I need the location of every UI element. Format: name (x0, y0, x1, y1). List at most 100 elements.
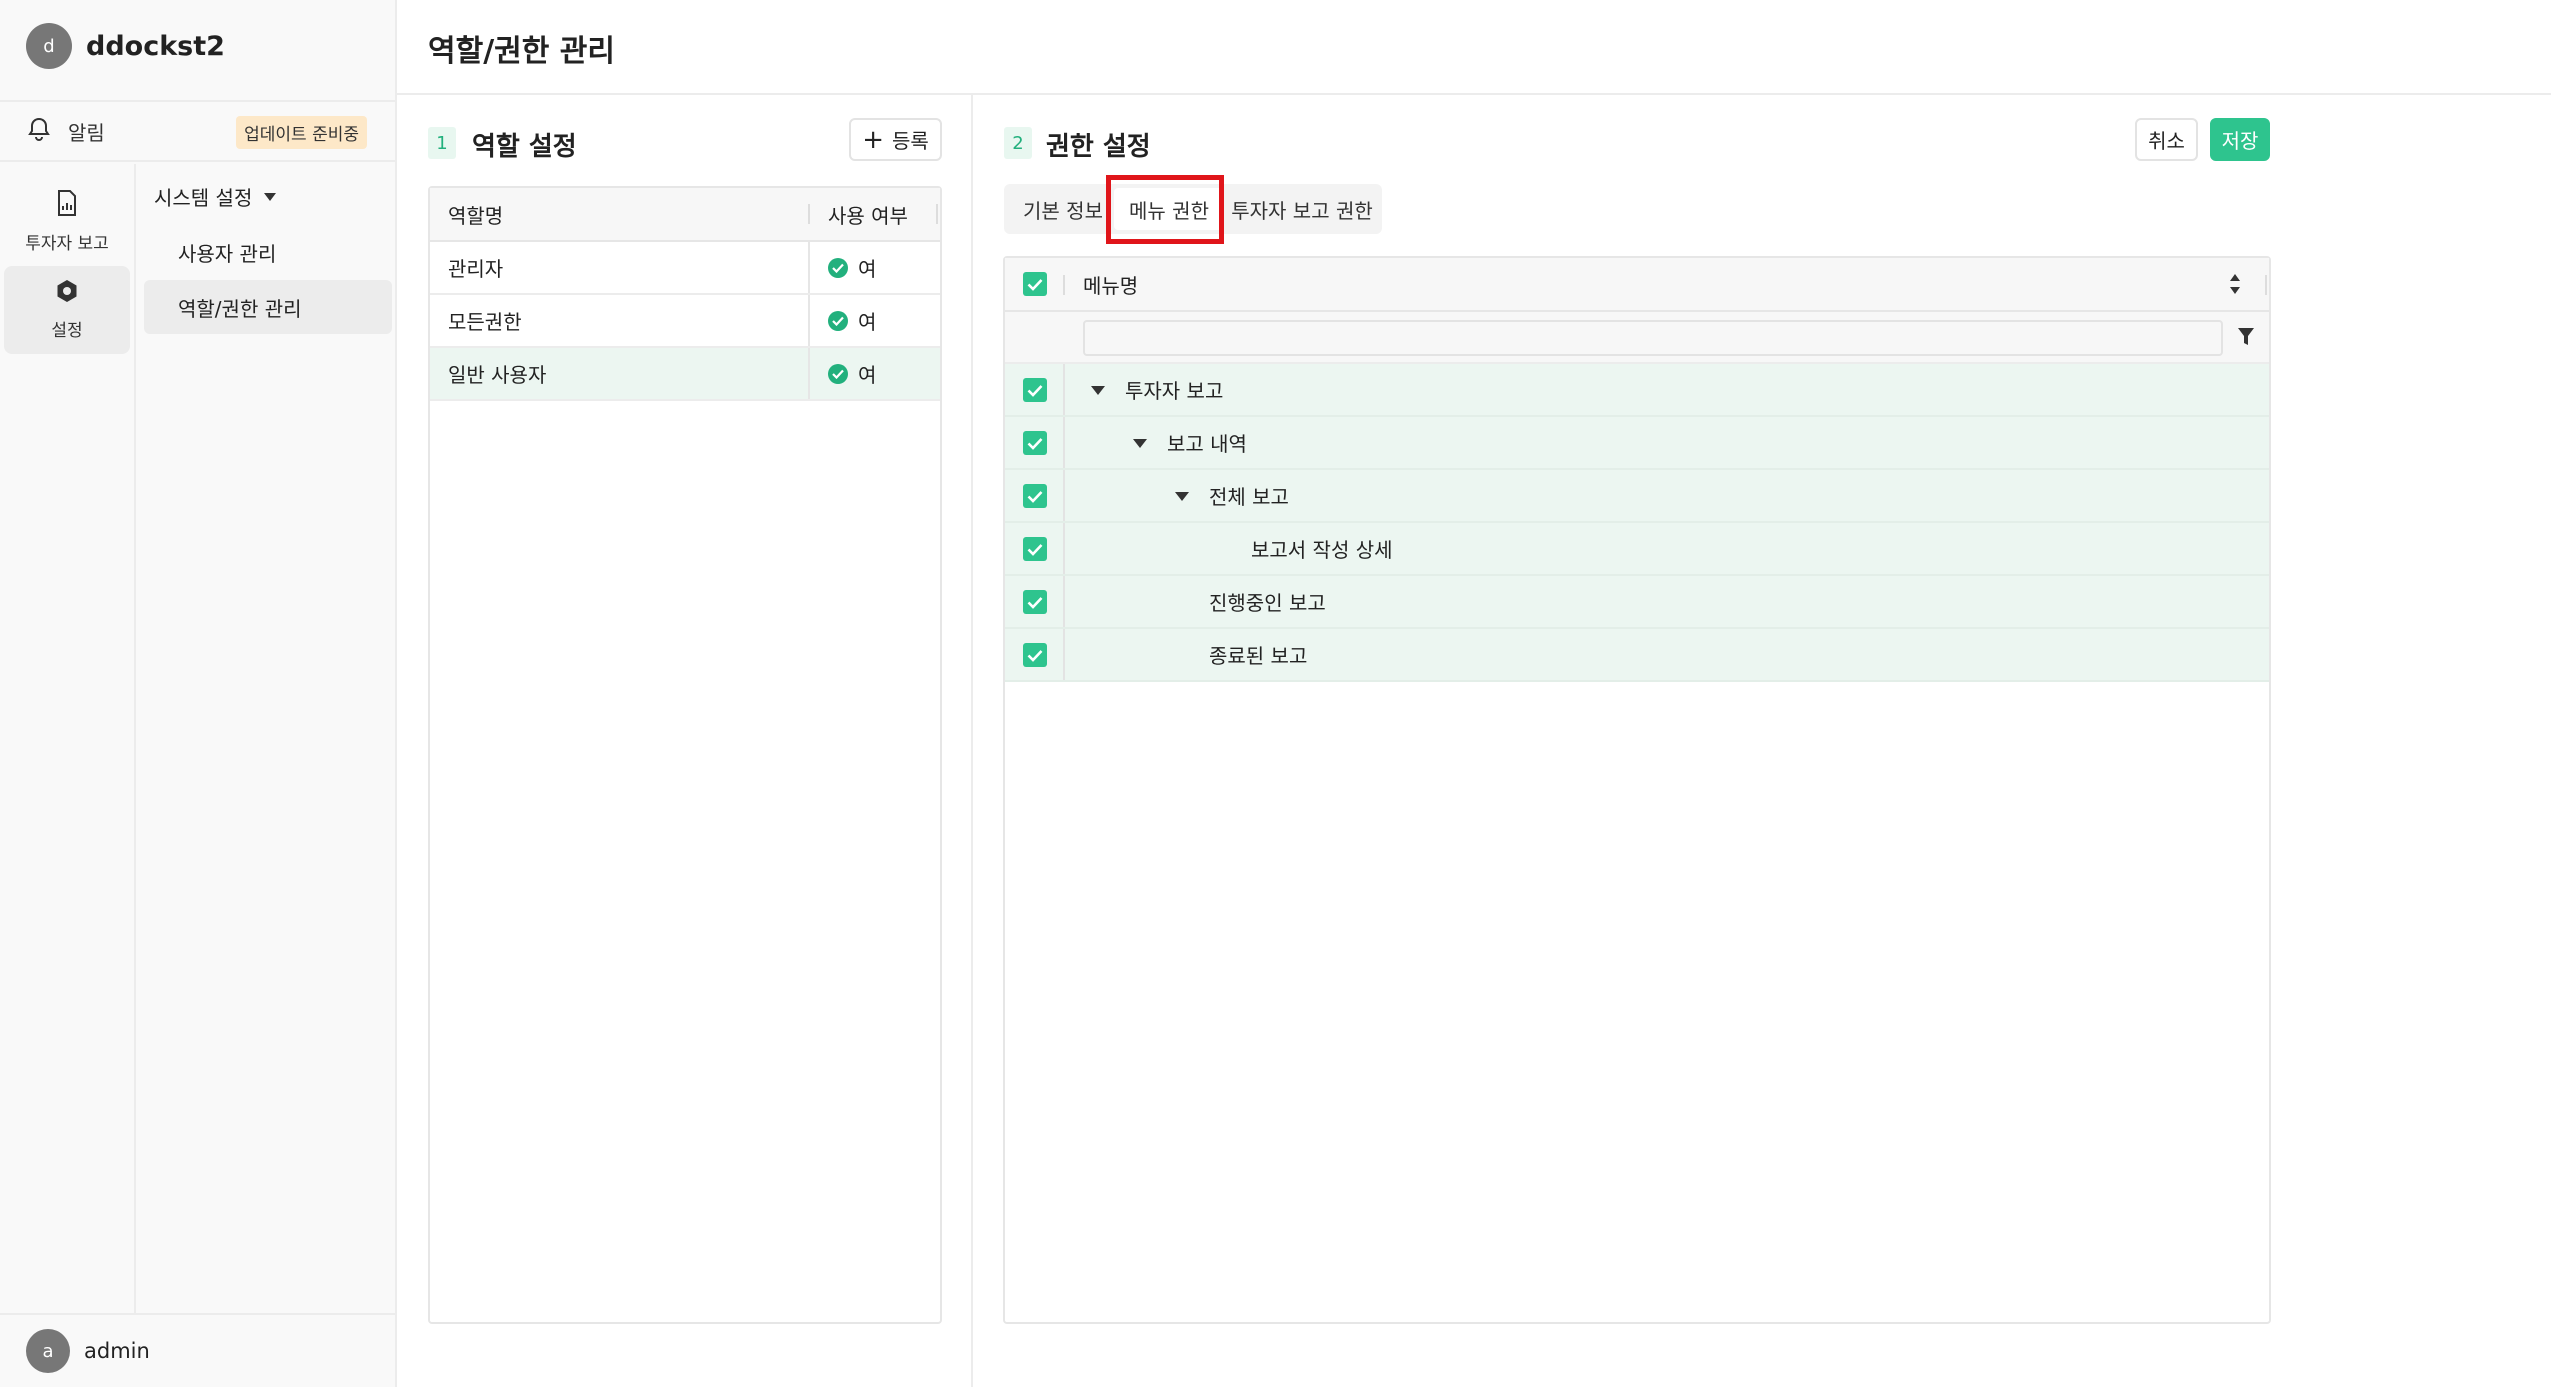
tree-row[interactable]: 보고서 작성 상세 (1005, 523, 2269, 576)
rail-item-investor-report[interactable]: 투자자 보고 (4, 178, 130, 266)
column-header-enabled[interactable]: 사용 여부 (828, 188, 908, 240)
plus-icon: + (862, 124, 884, 155)
expand-caret-icon[interactable] (1091, 386, 1105, 395)
notification-row[interactable]: 알림 업데이트 준비중 (0, 100, 397, 162)
cell-divider (1063, 629, 1065, 680)
rail-item-settings[interactable]: 설정 (4, 266, 130, 354)
row-checkbox[interactable] (1023, 378, 1047, 402)
notification-label: 알림 (68, 120, 105, 145)
check-circle-icon (828, 310, 848, 331)
tree-node-label: 보고서 작성 상세 (1251, 538, 1393, 562)
tree-node-label: 전체 보고 (1209, 485, 1289, 509)
caret-down-icon (264, 192, 277, 201)
row-checkbox[interactable] (1023, 643, 1047, 667)
table-row[interactable]: 관리자 여 (430, 242, 940, 295)
tree-row[interactable]: 보고 내역 (1005, 417, 2269, 470)
check-circle-icon (828, 257, 848, 278)
add-role-button[interactable]: + 등록 (849, 118, 942, 161)
update-badge: 업데이트 준비중 (236, 116, 367, 149)
table-row[interactable]: 모든권한 여 (430, 295, 940, 348)
sort-icon[interactable] (2229, 272, 2241, 300)
check-circle-icon (828, 363, 848, 384)
cell-divider (1063, 364, 1065, 415)
gear-icon (55, 279, 79, 316)
tree-row[interactable]: 전체 보고 (1005, 470, 2269, 523)
expand-caret-icon[interactable] (1133, 439, 1147, 448)
rail-item-label: 투자자 보고 (25, 234, 109, 254)
cell-divider (1063, 523, 1065, 574)
row-checkbox[interactable] (1023, 431, 1047, 455)
tree-row[interactable]: 종료된 보고 (1005, 629, 2269, 682)
tab-basic-info[interactable]: 기본 정보 (1012, 184, 1114, 234)
column-resize-handle[interactable] (2265, 275, 2267, 295)
role-name-cell: 일반 사용자 (448, 363, 547, 387)
tree-row[interactable]: 진행중인 보고 (1005, 576, 2269, 629)
tree-node-label: 보고 내역 (1167, 432, 1247, 456)
report-icon (57, 190, 77, 229)
row-checkbox[interactable] (1023, 484, 1047, 508)
header-divider (397, 93, 2551, 95)
section-number: 2 (1004, 127, 1032, 159)
rail-item-label: 설정 (51, 321, 83, 341)
submenu-group-system-settings[interactable]: 시스템 설정 (154, 182, 277, 211)
submenu-title: 시스템 설정 (154, 186, 253, 210)
cell-divider (808, 242, 810, 293)
expand-caret-icon[interactable] (1175, 492, 1189, 501)
cell-divider (1063, 576, 1065, 627)
enabled-value: 여 (858, 257, 877, 281)
section-divider (971, 95, 973, 1387)
menu-permission-tree-grid: 메뉴명 투자자 보고 보고 내역 전체 보고 보고서 작성 상세 진행중인 보고… (1003, 256, 2271, 1324)
enabled-cell: 여 (828, 348, 876, 399)
select-all-checkbox[interactable] (1023, 272, 1047, 296)
add-role-label: 등록 (891, 129, 929, 153)
highlight-annotation (1106, 175, 1224, 244)
submenu-item-label: 사용자 관리 (178, 241, 277, 266)
tree-node-label: 종료된 보고 (1209, 644, 1308, 668)
tree-node-label: 진행중인 보고 (1209, 591, 1326, 615)
enabled-value: 여 (858, 310, 877, 334)
role-name-cell: 모든권한 (448, 310, 522, 334)
workspace-name: ddockst2 (86, 30, 225, 62)
tab-investor-report-permission[interactable]: 투자자 보고 권한 (1224, 184, 1380, 234)
user-avatar: a (26, 1329, 70, 1373)
role-name-cell: 관리자 (448, 257, 504, 281)
column-resize-handle[interactable] (936, 204, 938, 224)
save-button[interactable]: 저장 (2210, 118, 2270, 161)
section-number: 1 (428, 127, 456, 159)
workspace-avatar: d (26, 23, 72, 69)
menu-filter-input[interactable] (1083, 320, 2223, 356)
user-name: admin (84, 1339, 150, 1363)
column-header-role-name[interactable]: 역할명 (448, 188, 503, 240)
user-footer[interactable]: a admin (0, 1313, 397, 1387)
filter-row (1005, 312, 2269, 364)
cell-divider (1063, 417, 1065, 468)
cancel-button[interactable]: 취소 (2135, 118, 2198, 161)
column-resize-handle[interactable] (808, 204, 810, 224)
cell-divider (1063, 470, 1065, 521)
column-header-menu-name[interactable]: 메뉴명 (1083, 258, 1138, 310)
enabled-value: 여 (858, 363, 877, 387)
bell-icon (28, 117, 50, 145)
filter-icon[interactable] (2237, 326, 2255, 352)
submenu-item-users[interactable]: 사용자 관리 (144, 225, 392, 279)
tree-node-label: 투자자 보고 (1125, 379, 1224, 403)
tree-row[interactable]: 투자자 보고 (1005, 364, 2269, 417)
workspace-header[interactable]: d ddockst2 (0, 0, 397, 92)
roles-section-title: 역할 설정 (472, 132, 577, 162)
submenu-item-label: 역할/권한 관리 (178, 296, 302, 321)
column-resize-handle[interactable] (1063, 275, 1065, 295)
row-checkbox[interactable] (1023, 590, 1047, 614)
row-checkbox[interactable] (1023, 537, 1047, 561)
permissions-section-title: 권한 설정 (1046, 132, 1151, 162)
enabled-cell: 여 (828, 242, 876, 293)
table-header: 역할명 사용 여부 (430, 188, 940, 242)
roles-table: 역할명 사용 여부 관리자 여 모든권한 여 일반 사용자 여 (428, 186, 942, 1324)
tree-header: 메뉴명 (1005, 258, 2269, 312)
table-row-selected[interactable]: 일반 사용자 여 (430, 348, 940, 401)
submenu-item-roles[interactable]: 역할/권한 관리 (144, 280, 392, 334)
nav-rail: 투자자 보고 설정 (0, 164, 136, 1314)
cell-divider (808, 295, 810, 346)
enabled-cell: 여 (828, 295, 876, 346)
cell-divider (808, 348, 810, 399)
page-title: 역할/권한 관리 (428, 34, 616, 69)
